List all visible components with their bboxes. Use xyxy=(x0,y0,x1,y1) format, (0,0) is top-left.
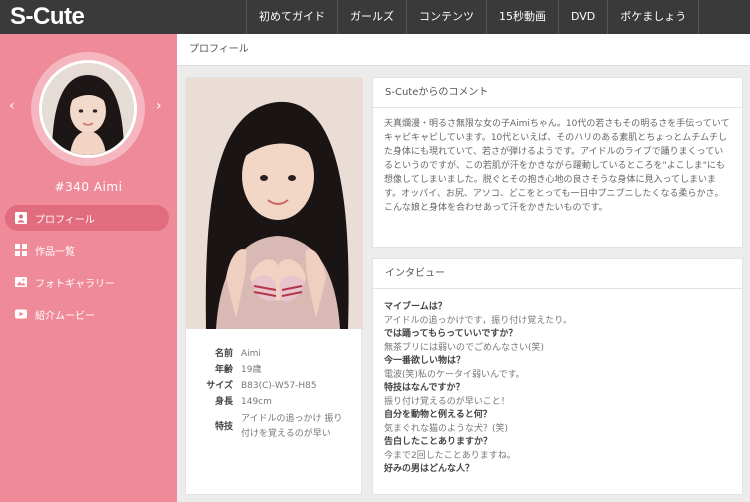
profile-key: 身長 xyxy=(214,397,233,407)
profile-row-name: 名前 Aimi xyxy=(186,348,363,360)
profile-key: 特技 xyxy=(214,422,233,432)
menu-item-label: プロフィール xyxy=(35,214,95,226)
profile-value: アイドルの追っかけ 振り付けを覚えるのが早い xyxy=(241,414,343,439)
profile-card: 名前 Aimi 年齢 19歳 サイズ B83(C)-W57-H85 身長 149… xyxy=(185,77,363,495)
interview-question: 好みの男はどんな人？ xyxy=(384,464,475,474)
site-logo[interactable]: S-Cute xyxy=(10,2,85,32)
profile-key: 年齢 xyxy=(214,365,233,375)
menu-item-label: 作品一覧 xyxy=(35,246,75,258)
person-icon xyxy=(15,212,27,224)
avatar-photo xyxy=(42,63,134,155)
profile-row-skill: 特技 アイドルの追っかけ 振り付けを覚えるのが早い xyxy=(186,412,363,442)
profile-value: B83(C)-W57-H85 xyxy=(241,381,317,391)
avatar[interactable] xyxy=(39,60,137,158)
profile-key: サイズ xyxy=(206,381,233,391)
profile-key: 名前 xyxy=(214,349,233,359)
sidebar: ‹ › #340 Aimi プロフィール 作品一覧 フォトギャラリー 紹介ムービ… xyxy=(0,34,177,502)
menu-item-intro-movie[interactable]: 紹介ムービー xyxy=(5,301,169,327)
interview-question: では踊ってもらっていいですか？ xyxy=(384,329,518,339)
next-girl-arrow-icon[interactable]: › xyxy=(156,98,162,114)
profile-row-height: 身長 149cm xyxy=(186,396,363,408)
comment-box: S-Cuteからのコメント 天真爛漫・明るさ無限な女の子Aimiちゃん。10代の… xyxy=(372,77,743,248)
menu-item-label: フォトギャラリー xyxy=(35,278,115,290)
comment-title: S-Cuteからのコメント xyxy=(373,78,742,108)
profile-photo[interactable] xyxy=(186,78,363,329)
prev-girl-arrow-icon[interactable]: ‹ xyxy=(9,98,15,114)
interview-answer: 今まで2回したことありますね。 xyxy=(384,450,516,461)
girl-name: #340 Aimi xyxy=(54,180,123,194)
menu-item-works[interactable]: 作品一覧 xyxy=(5,237,169,263)
image-icon xyxy=(15,276,27,288)
interview-answer: 電波(笑)私のケータイ弱いんです。 xyxy=(384,369,525,380)
nav-item-girls[interactable]: ガールズ xyxy=(337,0,406,34)
interview-question: 自分を動物と例えると何？ xyxy=(384,410,492,420)
interview-box: インタビュー マイブームは？ アイドルの追っかけです，振り付け覚えたり。 では踊… xyxy=(372,258,743,495)
nav-item-contents[interactable]: コンテンツ xyxy=(406,0,486,34)
interview-answer: アイドルの追っかけです，振り付け覚えたり。 xyxy=(384,315,573,326)
profile-table: 名前 Aimi 年齢 19歳 サイズ B83(C)-W57-H85 身長 149… xyxy=(186,348,363,446)
interview-question: 告白したことありますか？ xyxy=(384,437,493,447)
menu-item-profile[interactable]: プロフィール xyxy=(5,205,169,231)
main-content: プロフィール 名前 Aimi 年齢 19歳 サイズ B83(C)-W57-H85… xyxy=(177,34,750,502)
nav-item-guide[interactable]: 初めてガイド xyxy=(246,0,337,34)
comment-text: 天真爛漫・明るさ無限な女の子Aimiちゃん。10代の若さもその明るさを手伝ってい… xyxy=(384,119,730,213)
nav-item-15sec-video[interactable]: 15秒動画 xyxy=(486,0,558,34)
profile-row-age: 年齢 19歳 xyxy=(186,364,363,376)
nav-item-dvd[interactable]: DVD xyxy=(558,0,607,34)
interview-question: 特技はなんですか？ xyxy=(384,383,465,393)
interview-answer: 無茶ブリには弱いのでごめんなさい(笑) xyxy=(384,342,545,353)
play-icon xyxy=(15,308,27,320)
interview-title: インタビュー xyxy=(373,259,742,289)
interview-answer: 気まぐれな猫のような犬？(笑) xyxy=(384,423,509,434)
interview-answer: 振り付け覚えるのが早いこと！ xyxy=(384,396,510,407)
avatar-ring xyxy=(31,52,145,166)
interview-question: マイブームは？ xyxy=(384,302,447,312)
profile-value: Aimi xyxy=(241,349,261,359)
page-title: プロフィール xyxy=(177,34,750,66)
menu-item-photo-gallery[interactable]: フォトギャラリー xyxy=(5,269,169,295)
nav-item-boke[interactable]: ボケましょう xyxy=(607,0,700,34)
profile-menu: プロフィール 作品一覧 フォトギャラリー 紹介ムービー xyxy=(5,205,169,333)
profile-value: 149cm xyxy=(241,397,272,407)
profile-value: 19歳 xyxy=(241,365,262,375)
top-navigation-bar: S-Cute 初めてガイド ガールズ コンテンツ 15秒動画 DVD ボケましょ… xyxy=(0,0,750,34)
menu-item-label: 紹介ムービー xyxy=(35,310,95,322)
interview-body: マイブームは？ アイドルの追っかけです，振り付け覚えたり。 では踊ってもらってい… xyxy=(373,289,742,477)
interview-question: 今一番欲しい物は？ xyxy=(384,356,466,366)
grid-icon xyxy=(15,244,27,256)
main-nav: 初めてガイド ガールズ コンテンツ 15秒動画 DVD ボケましょう xyxy=(246,0,700,34)
profile-row-size: サイズ B83(C)-W57-H85 xyxy=(186,380,363,392)
